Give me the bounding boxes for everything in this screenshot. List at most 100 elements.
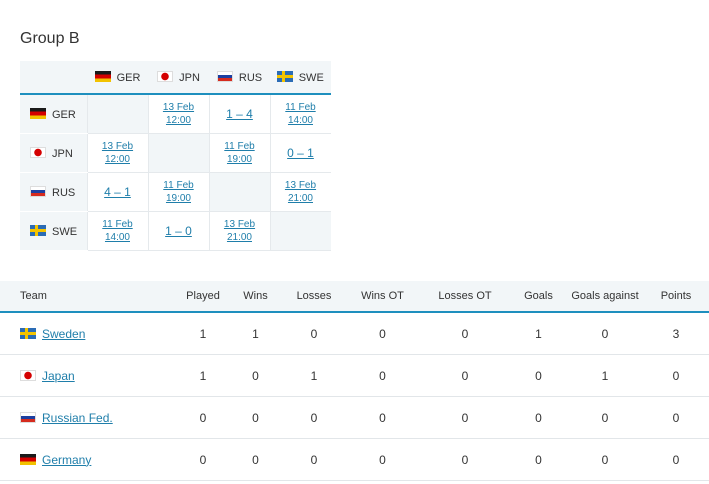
goals-against-cell: 1 (567, 354, 643, 397)
team-link-russian-fed[interactable]: Russian Fed. (42, 411, 113, 425)
col-header-team[interactable]: Team (0, 281, 178, 313)
matrix-cell-empty (147, 133, 209, 173)
team-link-japan[interactable]: Japan (42, 369, 75, 383)
matrix-rowhead-swe: SWE (20, 211, 87, 251)
matrix-cell: 11 Feb 14:00 (269, 94, 331, 134)
team-cell: Japan (0, 354, 178, 397)
matrix-col-jpn: JPN (148, 61, 209, 95)
table-row: Japan 1 0 1 0 0 0 1 0 (0, 354, 709, 397)
points-cell: 3 (643, 312, 709, 355)
flag-germany-icon (94, 70, 111, 82)
matrix-cell: 13 Feb 21:00 (208, 211, 270, 251)
col-header-wins-ot[interactable]: Wins OT (345, 281, 420, 313)
table-row: Russian Fed. 0 0 0 0 0 0 0 0 (0, 396, 709, 439)
match-date-link[interactable]: 11 Feb 19:00 (163, 179, 193, 205)
losses-ot-cell: 0 (420, 396, 510, 439)
wins-ot-cell: 0 (345, 438, 420, 481)
matrix-corner (20, 61, 87, 95)
matrix-rowhead-ger: GER (20, 94, 87, 134)
col-header-goals[interactable]: Goals (510, 281, 567, 313)
col-header-points[interactable]: Points (643, 281, 709, 313)
wins-ot-cell: 0 (345, 354, 420, 397)
matrix-rowhead-jpn: JPN (20, 133, 87, 173)
team-link-sweden[interactable]: Sweden (42, 327, 85, 341)
col-header-losses[interactable]: Losses (283, 281, 345, 313)
played-cell: 0 (178, 438, 228, 481)
match-score-link[interactable]: 1 – 4 (226, 107, 253, 121)
standings-table: Team Played Wins Losses Wins OT Losses O… (0, 281, 709, 481)
match-date-link[interactable]: 13 Feb 21:00 (285, 179, 316, 205)
goals-against-cell: 0 (567, 312, 643, 355)
team-cell: Sweden (0, 312, 178, 355)
goals-cell: 0 (510, 396, 567, 439)
points-cell: 0 (643, 438, 709, 481)
matrix-col-rus: RUS (209, 61, 270, 95)
col-header-wins[interactable]: Wins (228, 281, 283, 313)
col-header-losses-ot[interactable]: Losses OT (420, 281, 510, 313)
matrix-row-swe: SWE 11 Feb 14:00 1 – 0 13 Feb 21:00 (20, 211, 331, 251)
match-date-link[interactable]: 11 Feb 14:00 (102, 218, 132, 244)
match-date-link[interactable]: 13 Feb 21:00 (224, 218, 255, 244)
matrix-cell-empty (208, 172, 270, 212)
matrix-cell: 0 – 1 (269, 133, 331, 173)
goals-against-cell: 0 (567, 438, 643, 481)
schedule-matrix: GER JPN RUS SWE GER 13 Feb 12:00 1 – 4 11… (20, 61, 331, 251)
team-cell: Germany (0, 438, 178, 481)
table-row: Sweden 1 1 0 0 0 1 0 3 (0, 312, 709, 355)
flag-sweden-icon (276, 70, 293, 82)
matrix-cell: 1 – 4 (208, 94, 270, 134)
match-score-link[interactable]: 4 – 1 (104, 185, 131, 199)
losses-ot-cell: 0 (420, 312, 510, 355)
points-cell: 0 (643, 354, 709, 397)
col-header-goals-against[interactable]: Goals against (567, 281, 643, 313)
goals-cell: 0 (510, 438, 567, 481)
col-header-played[interactable]: Played (178, 281, 228, 313)
match-date-link[interactable]: 11 Feb 14:00 (285, 101, 315, 127)
goals-against-cell: 0 (567, 396, 643, 439)
played-cell: 0 (178, 396, 228, 439)
points-cell: 0 (643, 396, 709, 439)
matrix-cell: 13 Feb 21:00 (269, 172, 331, 212)
losses-cell: 0 (283, 312, 345, 355)
losses-cell: 0 (283, 438, 345, 481)
wins-cell: 0 (228, 438, 283, 481)
matrix-row-ger: GER 13 Feb 12:00 1 – 4 11 Feb 14:00 (20, 94, 331, 134)
matrix-row-jpn: JPN 13 Feb 12:00 11 Feb 19:00 0 – 1 (20, 133, 331, 173)
team-link-germany[interactable]: Germany (42, 453, 91, 467)
flag-russia-icon (30, 185, 46, 197)
match-date-link[interactable]: 13 Feb 12:00 (163, 101, 194, 127)
matrix-cell: 13 Feb 12:00 (86, 133, 148, 173)
matrix-row-rus: RUS 4 – 1 11 Feb 19:00 13 Feb 21:00 (20, 172, 331, 212)
played-cell: 1 (178, 354, 228, 397)
wins-ot-cell: 0 (345, 312, 420, 355)
wins-cell: 1 (228, 312, 283, 355)
flag-japan-icon (30, 146, 46, 158)
match-score-link[interactable]: 0 – 1 (287, 146, 314, 160)
losses-ot-cell: 0 (420, 354, 510, 397)
losses-cell: 1 (283, 354, 345, 397)
played-cell: 1 (178, 312, 228, 355)
wins-cell: 0 (228, 396, 283, 439)
matrix-cell: 11 Feb 14:00 (86, 211, 148, 251)
matrix-cell: 11 Feb 19:00 (147, 172, 209, 212)
match-date-link[interactable]: 13 Feb 12:00 (102, 140, 133, 166)
losses-cell: 0 (283, 396, 345, 439)
matrix-rowhead-rus: RUS (20, 172, 87, 212)
matrix-cell-empty (269, 211, 331, 251)
flag-germany-icon (20, 453, 36, 465)
wins-ot-cell: 0 (345, 396, 420, 439)
flag-sweden-icon (20, 327, 36, 339)
table-row: Germany 0 0 0 0 0 0 0 0 (0, 438, 709, 481)
matrix-cell-empty (86, 94, 148, 134)
match-score-link[interactable]: 1 – 0 (165, 224, 192, 238)
matrix-cell: 11 Feb 19:00 (208, 133, 270, 173)
matrix-col-swe: SWE (270, 61, 331, 95)
flag-russia-icon (216, 70, 233, 82)
losses-ot-cell: 0 (420, 438, 510, 481)
flag-japan-icon (20, 369, 36, 381)
matrix-cell: 1 – 0 (147, 211, 209, 251)
goals-cell: 1 (510, 312, 567, 355)
flag-germany-icon (30, 107, 46, 119)
matrix-cell: 13 Feb 12:00 (147, 94, 209, 134)
match-date-link[interactable]: 11 Feb 19:00 (224, 140, 254, 166)
